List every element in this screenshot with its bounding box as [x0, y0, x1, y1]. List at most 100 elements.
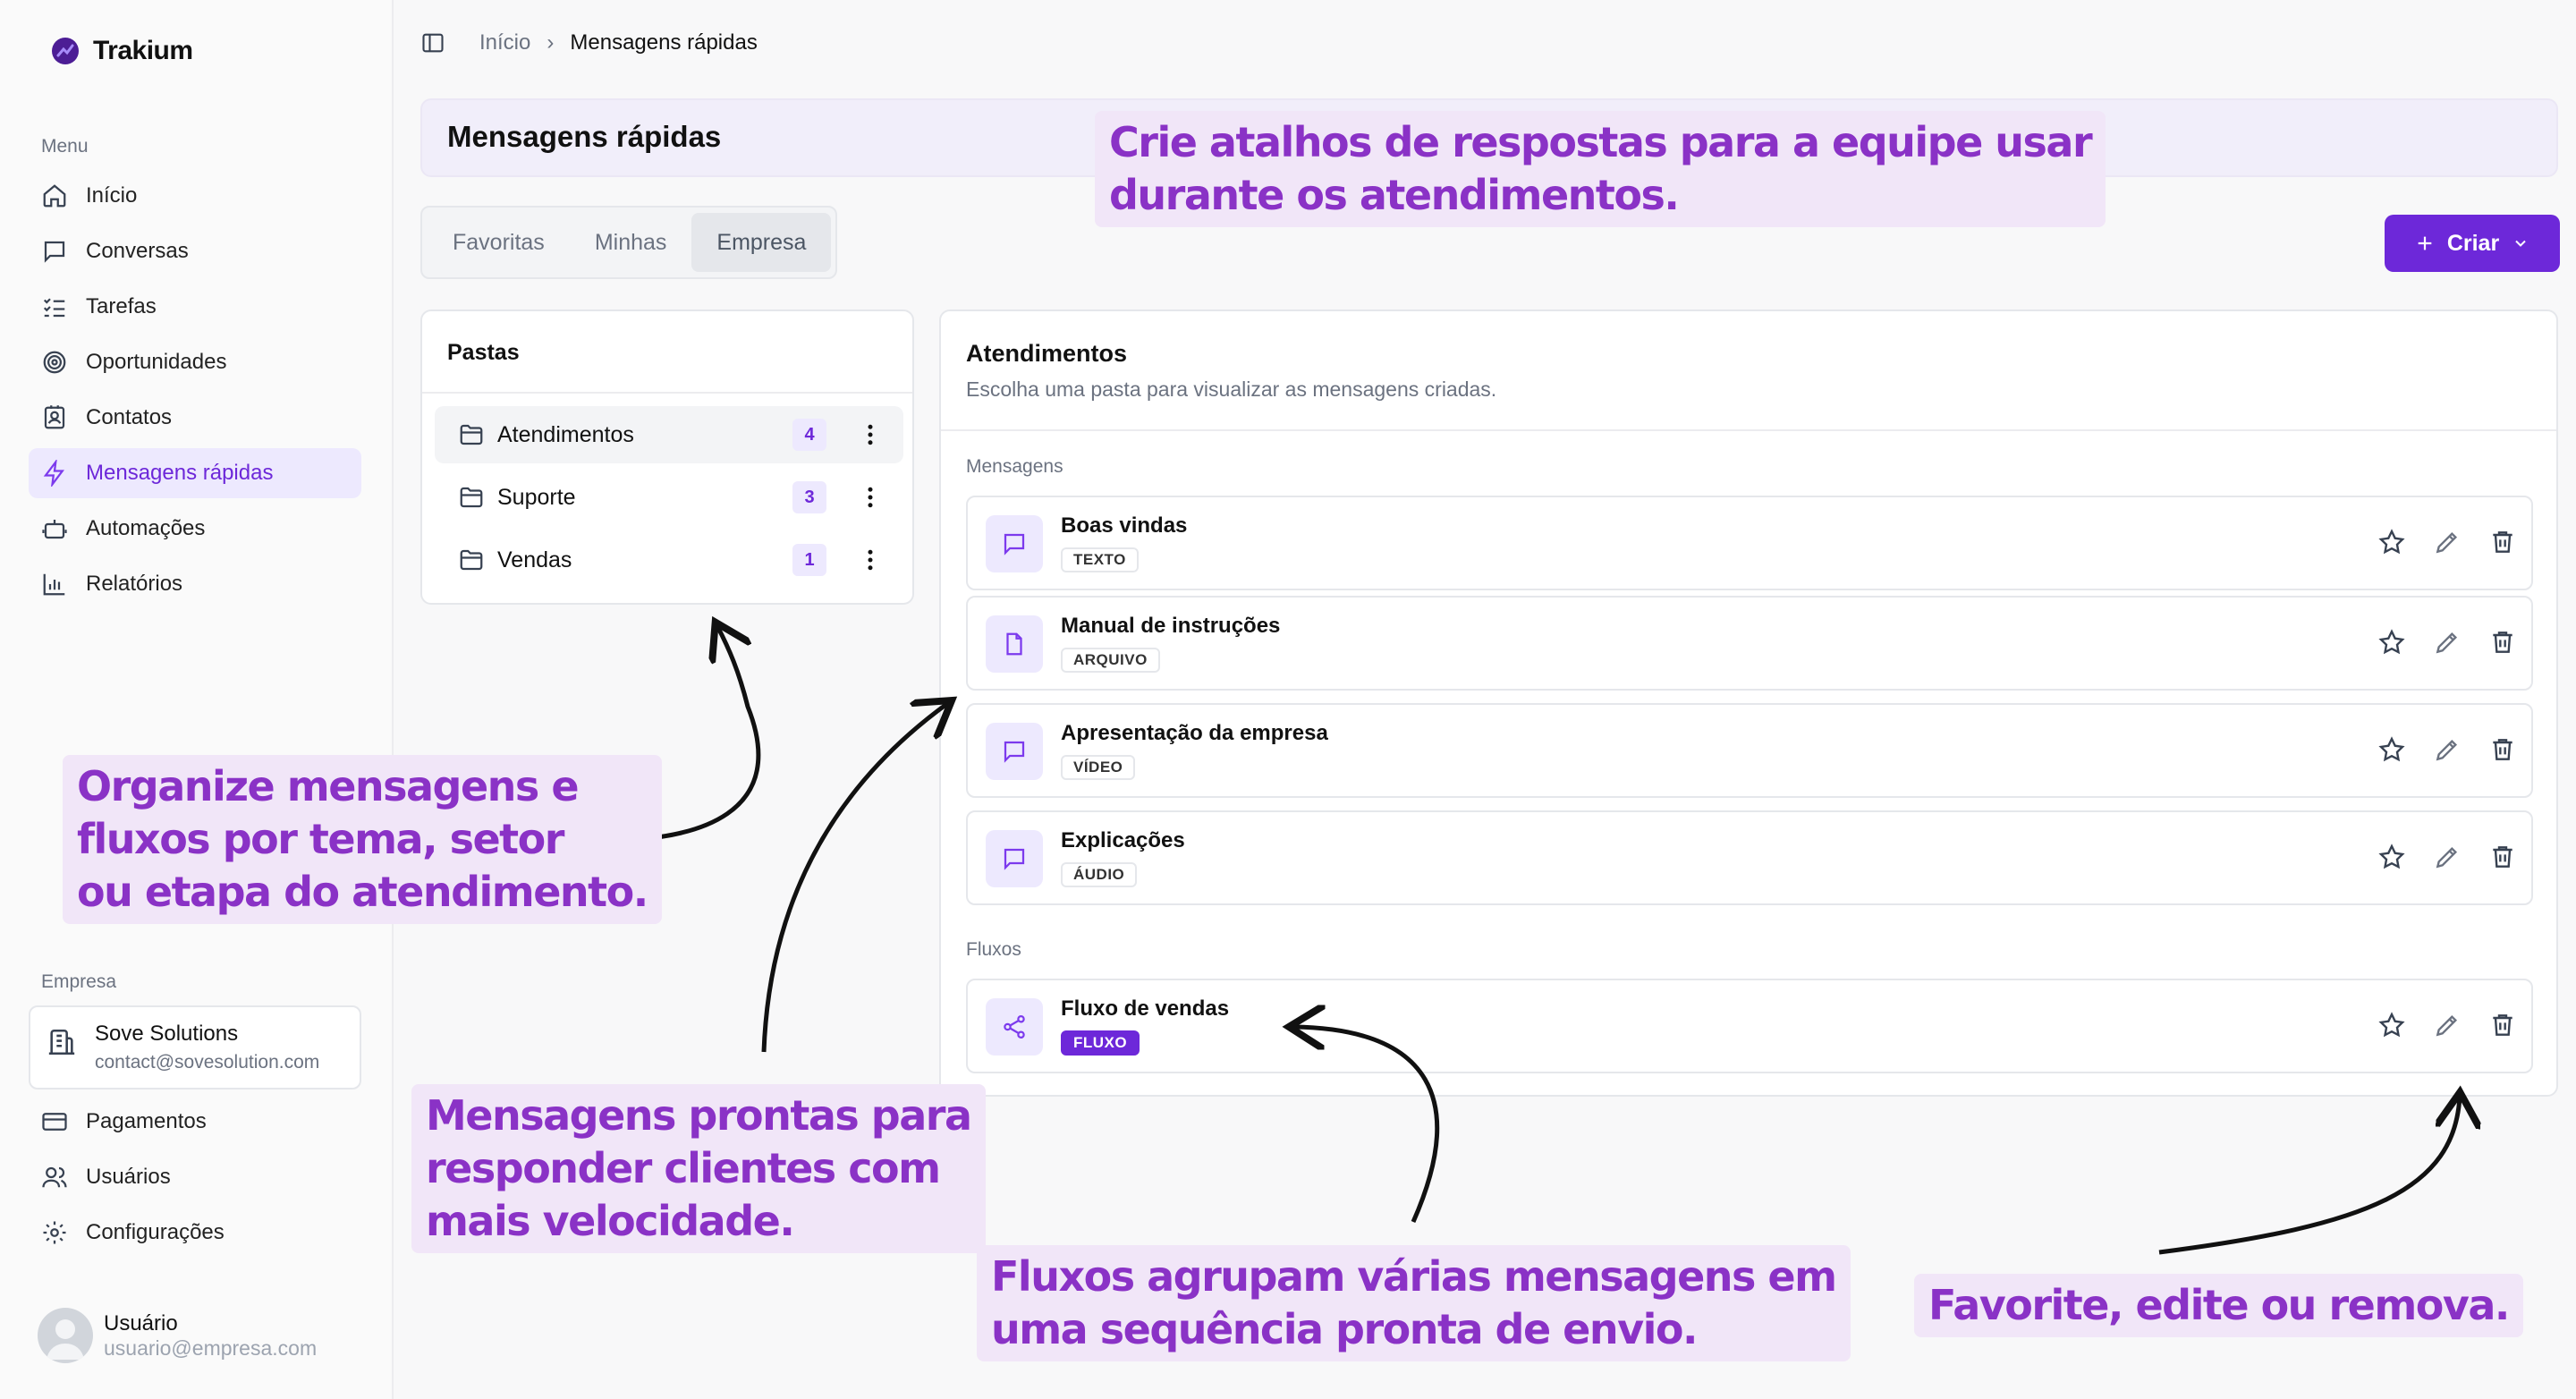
- breadcrumb-current: Mensagens rápidas: [570, 30, 758, 55]
- tabs: Favoritas Minhas Empresa: [420, 206, 837, 279]
- sidebar-item-contatos[interactable]: Contatos: [29, 393, 361, 443]
- trash-icon: [2493, 531, 2512, 553]
- favorite-button[interactable]: [2377, 528, 2406, 556]
- trash-icon: [2493, 1014, 2512, 1036]
- flow-card[interactable]: Fluxo de vendas FLUXO: [966, 979, 2533, 1073]
- pencil-icon: [2436, 739, 2458, 761]
- sidebar-item-pagamentos[interactable]: Pagamentos: [29, 1097, 361, 1147]
- message-type-icon-box: [986, 723, 1043, 780]
- delete-button[interactable]: [2488, 843, 2517, 871]
- more-options-icon[interactable]: [857, 484, 884, 511]
- more-options-icon[interactable]: [857, 421, 884, 448]
- avatar: [38, 1308, 93, 1363]
- annotation-actions: Favorite, edite ou remova.: [1914, 1274, 2523, 1337]
- create-button[interactable]: Criar: [2385, 215, 2560, 272]
- more-options-icon[interactable]: [857, 547, 884, 573]
- favorite-button[interactable]: [2377, 628, 2406, 657]
- annotation-line: Favorite, edite ou remova.: [1928, 1281, 2510, 1329]
- sidebar-item-label: Tarefas: [86, 294, 157, 318]
- breadcrumb: Início › Mensagens rápidas: [420, 30, 758, 55]
- message-actions: [2377, 843, 2517, 871]
- edit-button[interactable]: [2433, 528, 2462, 556]
- message-card[interactable]: Manual de instruções ARQUIVO: [966, 596, 2533, 691]
- pencil-icon: [2436, 531, 2458, 554]
- target-icon: [43, 351, 66, 374]
- sidebar: Trakium Menu Início Conversas Tarefas Op…: [0, 0, 394, 1399]
- folder-item-atendimentos[interactable]: Atendimentos 4: [435, 406, 903, 463]
- arrow-to-actions: [2158, 1097, 2460, 1255]
- lightning-icon: [43, 460, 64, 487]
- message-title: Apresentação da empresa: [1061, 721, 1328, 745]
- message-type-badge: ARQUIVO: [1061, 648, 1160, 673]
- file-icon: [1006, 632, 1022, 656]
- sidebar-item-usuarios[interactable]: Usuários: [29, 1152, 361, 1202]
- annotation-line: mais velocidade.: [426, 1197, 795, 1245]
- tasks-icon: [43, 298, 65, 318]
- flow-type-badge: FLUXO: [1061, 1030, 1140, 1056]
- company-selector[interactable]: Sove Solutions contact@sovesolution.com: [29, 1005, 361, 1090]
- tab-empresa[interactable]: Empresa: [691, 213, 832, 272]
- app-name: Trakium: [93, 36, 193, 65]
- user-email: usuario@empresa.com: [104, 1335, 318, 1360]
- divider: [422, 392, 912, 394]
- folder-item-suporte[interactable]: Suporte 3: [435, 469, 903, 526]
- sidebar-item-label: Conversas: [86, 239, 189, 263]
- contact-icon: [44, 405, 65, 429]
- message-title: Boas vindas: [1061, 513, 1188, 538]
- sidebar-item-conversas[interactable]: Conversas: [29, 226, 361, 276]
- annotation-folders: Organize mensagens e fluxos por tema, se…: [63, 755, 662, 924]
- app-logo[interactable]: Trakium: [50, 36, 193, 66]
- annotation-line: Mensagens prontas para: [426, 1091, 972, 1140]
- sidebar-item-relatorios[interactable]: Relatórios: [29, 559, 361, 609]
- message-type-icon-box: [986, 830, 1043, 887]
- delete-button[interactable]: [2488, 735, 2517, 764]
- sidebar-item-label: Relatórios: [86, 572, 183, 596]
- message-card[interactable]: Boas vindas TEXTO: [966, 496, 2533, 590]
- sidebar-item-configuracoes[interactable]: Configurações: [29, 1208, 361, 1258]
- sidebar-toggle-icon[interactable]: [420, 30, 445, 55]
- folder-item-vendas[interactable]: Vendas 1: [435, 531, 903, 589]
- favorite-button[interactable]: [2377, 1011, 2406, 1039]
- sidebar-item-tarefas[interactable]: Tarefas: [29, 282, 361, 332]
- folder-icon: [460, 549, 483, 571]
- favorite-button[interactable]: [2377, 843, 2406, 871]
- annotation-top: Crie atalhos de respostas para a equipe …: [1095, 111, 2106, 227]
- chevron-down-icon: [2515, 240, 2526, 247]
- create-button-label: Criar: [2446, 230, 2500, 256]
- tab-minhas[interactable]: Minhas: [570, 213, 692, 272]
- user-menu[interactable]: Usuário usuario@empresa.com: [38, 1308, 317, 1363]
- sidebar-item-automacoes[interactable]: Automações: [29, 504, 361, 554]
- plus-icon: [2418, 236, 2432, 250]
- delete-button[interactable]: [2488, 628, 2517, 657]
- flow-title: Fluxo de vendas: [1061, 996, 1230, 1021]
- delete-button[interactable]: [2488, 528, 2517, 556]
- divider: [941, 429, 2556, 431]
- home-icon: [43, 184, 66, 208]
- favorite-button[interactable]: [2377, 735, 2406, 764]
- tab-favoritas[interactable]: Favoritas: [428, 213, 570, 272]
- breadcrumb-separator: ›: [547, 30, 555, 55]
- message-actions: [2377, 735, 2517, 764]
- edit-button[interactable]: [2433, 843, 2462, 871]
- trash-icon: [2493, 739, 2512, 760]
- edit-button[interactable]: [2433, 628, 2462, 657]
- edit-button[interactable]: [2433, 1011, 2462, 1039]
- message-icon: [1004, 741, 1025, 763]
- breadcrumb-home[interactable]: Início: [479, 30, 530, 55]
- message-type-badge: ÁUDIO: [1061, 862, 1138, 887]
- card-icon: [42, 1113, 67, 1131]
- user-avatar-icon: [47, 1319, 84, 1360]
- message-card[interactable]: Explicações ÁUDIO: [966, 810, 2533, 905]
- sidebar-item-inicio[interactable]: Início: [29, 171, 361, 221]
- annotation-line: ou etapa do atendimento.: [77, 868, 648, 916]
- star-icon: [2378, 844, 2405, 869]
- sidebar-item-oportunidades[interactable]: Oportunidades: [29, 337, 361, 387]
- arrow-to-messages: [761, 703, 948, 1053]
- star-icon: [2378, 736, 2405, 762]
- page-title: Mensagens rápidas: [447, 120, 722, 153]
- user-name: Usuário: [104, 1310, 178, 1335]
- sidebar-item-mensagens-rapidas[interactable]: Mensagens rápidas: [29, 448, 361, 498]
- edit-button[interactable]: [2433, 735, 2462, 764]
- message-card[interactable]: Apresentação da empresa VÍDEO: [966, 703, 2533, 798]
- delete-button[interactable]: [2488, 1011, 2517, 1039]
